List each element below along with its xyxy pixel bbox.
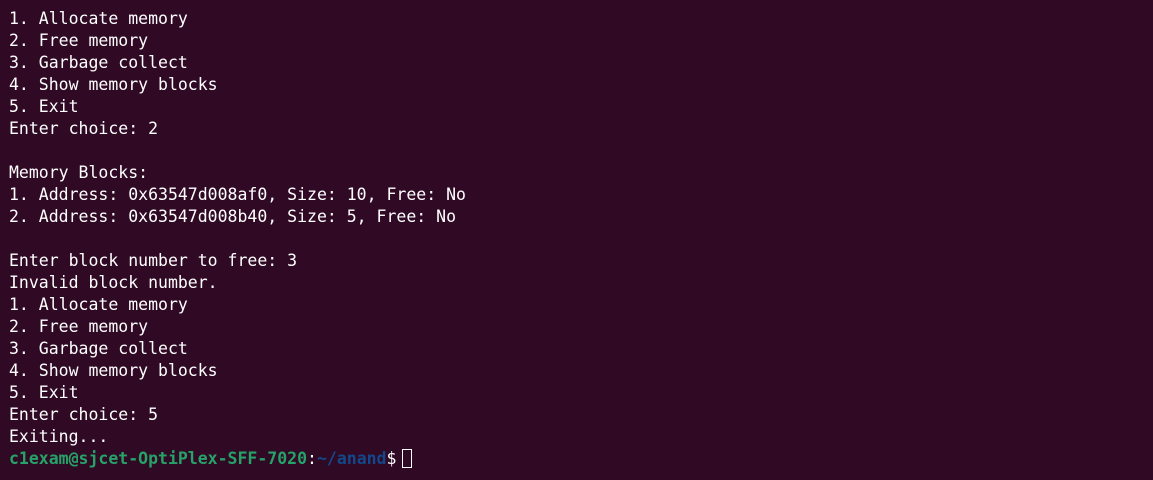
- output-line: 1. Allocate memory: [9, 295, 188, 314]
- prompt-line[interactable]: c1exam@sjcet-OptiPlex-SFF-7020:~/anand$: [9, 448, 1153, 470]
- output-line: 5. Exit: [9, 97, 79, 116]
- output-line: 1. Allocate memory: [9, 9, 188, 28]
- output-line: Enter choice: 2: [9, 119, 159, 138]
- terminal-window[interactable]: 1. Allocate memory 2. Free memory 3. Gar…: [0, 0, 1153, 480]
- output-line: 5. Exit: [9, 383, 79, 402]
- output-line: 4. Show memory blocks: [9, 75, 218, 94]
- prompt-path: ~/anand: [316, 449, 387, 468]
- output-line: Enter block number to free: 3: [9, 251, 298, 270]
- prompt-separator: :: [307, 449, 317, 468]
- output-line: 3. Garbage collect: [9, 339, 188, 358]
- prompt-symbol: $: [386, 449, 397, 468]
- output-line: Memory Blocks:: [9, 163, 149, 182]
- output-line: 3. Garbage collect: [9, 53, 188, 72]
- output-line: 2. Address: 0x63547d008b40, Size: 5, Fre…: [9, 207, 457, 226]
- output-line: Invalid block number.: [9, 273, 218, 292]
- output-line: 2. Free memory: [9, 31, 149, 50]
- output-line: 1. Address: 0x63547d008af0, Size: 10, Fr…: [9, 185, 466, 204]
- output-line: 2. Free memory: [9, 317, 149, 336]
- output-line: Exiting...: [9, 427, 109, 446]
- prompt-user-host: c1exam@sjcet-OptiPlex-SFF-7020: [9, 449, 308, 468]
- output-line: Enter choice: 5: [9, 405, 159, 424]
- output-line: 4. Show memory blocks: [9, 361, 218, 380]
- text-cursor[interactable]: [402, 449, 413, 468]
